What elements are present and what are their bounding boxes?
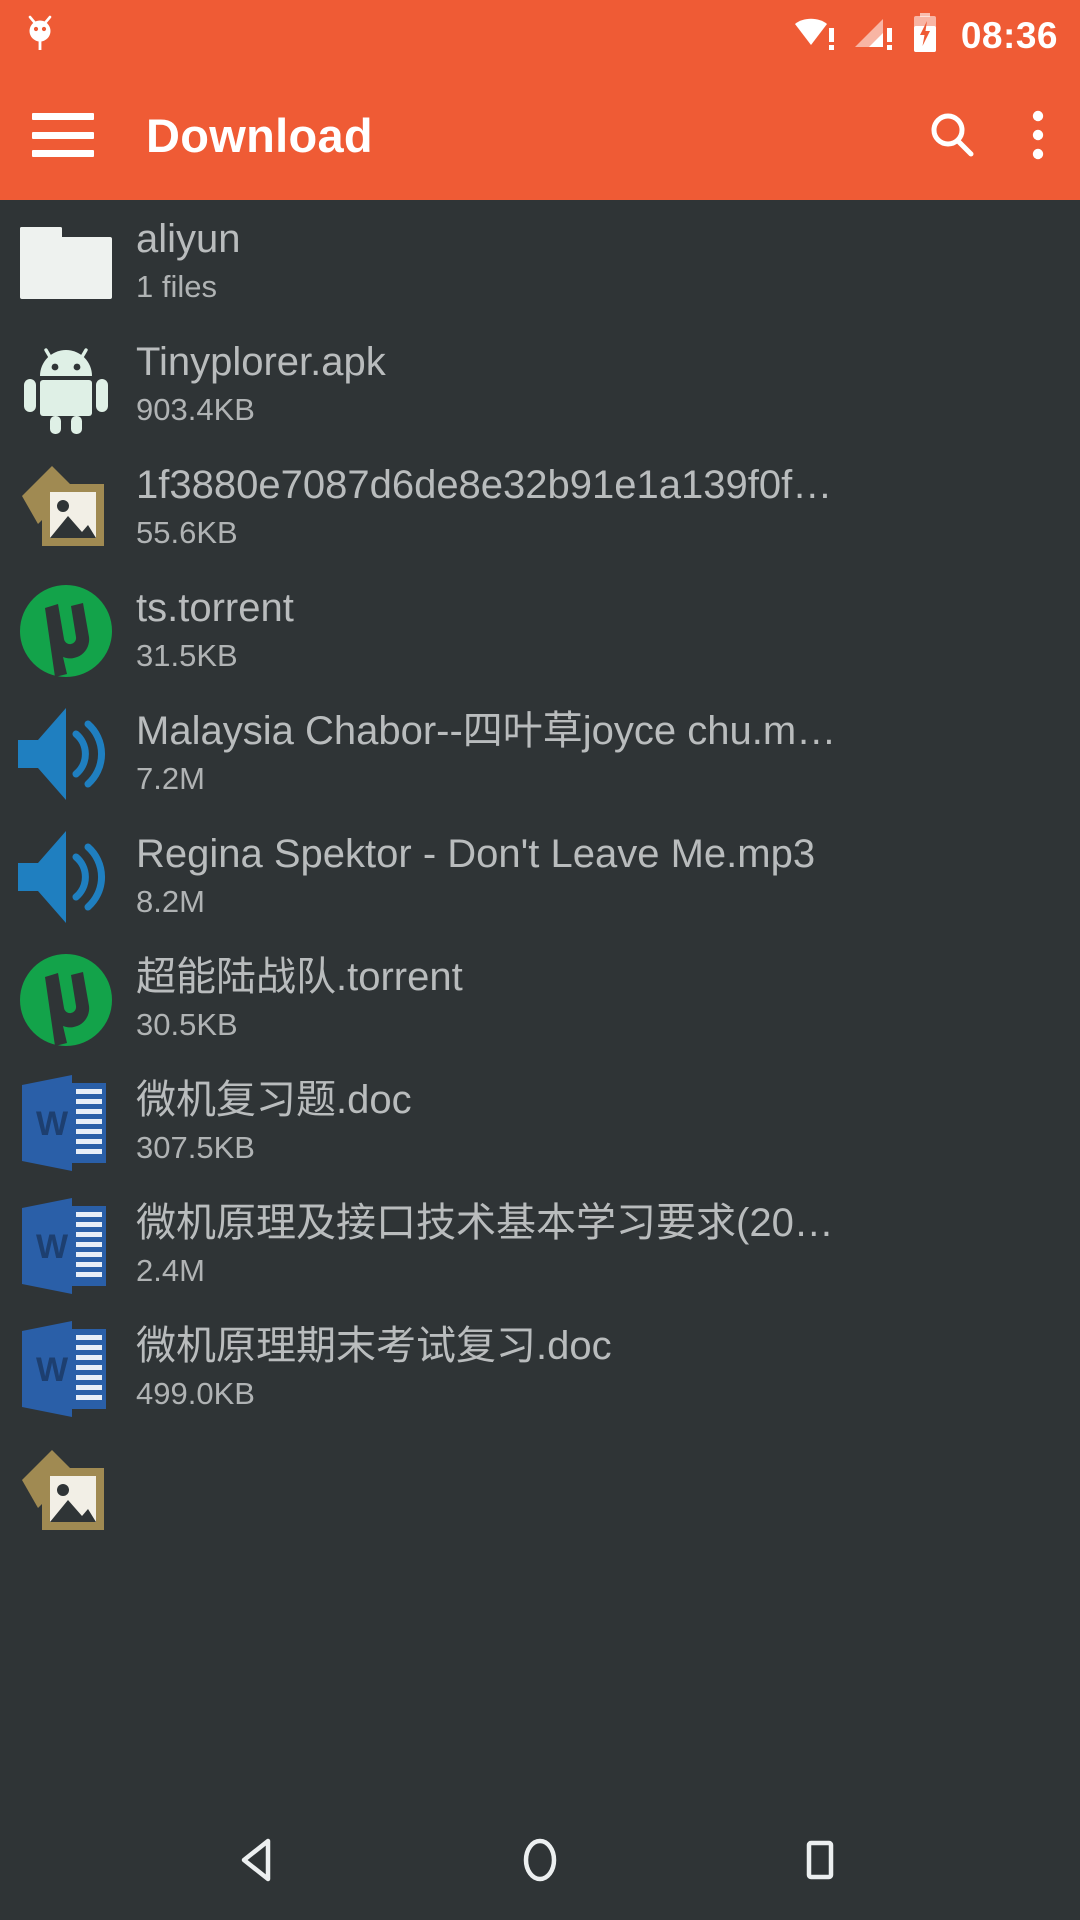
status-bar: 08:36 — [0, 0, 1080, 70]
file-size: 31.5KB — [136, 637, 238, 673]
list-item-text: Tinyplorer.apk 903.4KB — [136, 339, 1080, 430]
file-name: 超能陆战队.torrent — [136, 955, 463, 1000]
list-item-text: Malaysia Chabor--四叶草joyce chu.m… 7.2M — [136, 708, 1080, 799]
file-name — [136, 1446, 1072, 1492]
list-item-text: ts.torrent 31.5KB — [136, 585, 1080, 676]
svg-text:W: W — [36, 1228, 69, 1266]
list-item[interactable]: 1f3880e7087d6de8e32b91e1a139f0f… 55.6KB — [0, 446, 1080, 569]
list-item-text: 1f3880e7087d6de8e32b91e1a139f0f… 55.6KB — [136, 462, 1080, 553]
svg-text:W: W — [36, 1351, 69, 1389]
audio-file-icon — [14, 702, 118, 806]
more-vertical-icon[interactable] — [1028, 107, 1048, 163]
battery-charging-icon — [911, 12, 939, 58]
svg-text:W: W — [36, 1105, 69, 1143]
list-item[interactable]: aliyun 1 files — [0, 200, 1080, 323]
android-apk-icon — [14, 333, 118, 437]
file-size: 7.2M — [136, 760, 205, 796]
list-item[interactable]: W 微机原理期末考试复习.doc 499.0KB — [0, 1307, 1080, 1430]
file-list[interactable]: aliyun 1 files Tinyplorer.apk 903.4KB 1f… — [0, 200, 1080, 1830]
page-title: Download — [146, 108, 373, 162]
list-item[interactable]: Regina Spektor - Don't Leave Me.mp3 8.2M — [0, 815, 1080, 938]
list-item-text: 微机原理及接口技术基本学习要求(20… 2.4M — [136, 1200, 1080, 1291]
list-item[interactable]: W 微机原理及接口技术基本学习要求(20… 2.4M — [0, 1184, 1080, 1307]
toolbar-actions — [924, 107, 1048, 163]
list-item-text: 超能陆战队.torrent 30.5KB — [136, 954, 1080, 1045]
wifi-warning-icon — [793, 15, 839, 56]
file-size: 2.4M — [136, 1252, 205, 1288]
app-toolbar: Download — [0, 70, 1080, 200]
file-size: 8.2M — [136, 883, 205, 919]
list-item[interactable]: Tinyplorer.apk 903.4KB — [0, 323, 1080, 446]
file-size — [136, 1497, 1072, 1537]
torrent-icon — [14, 579, 118, 683]
image-file-icon — [14, 1440, 118, 1544]
file-name: Regina Spektor - Don't Leave Me.mp3 — [136, 832, 816, 877]
file-name: aliyun — [136, 217, 241, 262]
hamburger-menu-icon[interactable] — [32, 113, 94, 157]
file-size: 307.5KB — [136, 1129, 255, 1165]
folder-icon — [14, 210, 118, 314]
cell-signal-warning-icon — [853, 15, 897, 56]
file-size: 55.6KB — [136, 514, 238, 550]
android-navigation-bar — [0, 1800, 1080, 1920]
file-name: 微机原理及接口技术基本学习要求(20… — [136, 1201, 834, 1246]
file-name: 微机原理期末考试复习.doc — [136, 1324, 612, 1369]
home-circle-icon[interactable] — [480, 1800, 600, 1920]
word-document-icon: W — [14, 1071, 118, 1175]
file-name: ts.torrent — [136, 586, 294, 631]
file-size: 903.4KB — [136, 391, 255, 427]
status-bar-right: 08:36 — [793, 12, 1058, 58]
list-item-partial[interactable] — [0, 1430, 1080, 1553]
file-name: 1f3880e7087d6de8e32b91e1a139f0f… — [136, 463, 833, 508]
word-document-icon: W — [14, 1317, 118, 1421]
android-bug-icon — [22, 11, 58, 60]
recents-square-icon[interactable] — [760, 1800, 880, 1920]
image-file-icon — [14, 456, 118, 560]
list-item-text: aliyun 1 files — [136, 216, 1080, 307]
status-bar-clock: 08:36 — [960, 14, 1058, 56]
list-item-text: 微机原理期末考试复习.doc 499.0KB — [136, 1323, 1080, 1414]
file-size: 30.5KB — [136, 1006, 238, 1042]
list-item-text — [136, 1446, 1080, 1537]
file-size: 499.0KB — [136, 1375, 255, 1411]
list-item-text: Regina Spektor - Don't Leave Me.mp3 8.2M — [136, 831, 1080, 922]
file-name: Tinyplorer.apk — [136, 340, 386, 385]
list-item[interactable]: 超能陆战队.torrent 30.5KB — [0, 938, 1080, 1061]
list-item-text: 微机复习题.doc 307.5KB — [136, 1077, 1080, 1168]
search-icon[interactable] — [924, 107, 980, 163]
list-item[interactable]: Malaysia Chabor--四叶草joyce chu.m… 7.2M — [0, 692, 1080, 815]
audio-file-icon — [14, 825, 118, 929]
status-bar-left — [22, 11, 58, 60]
file-size: 1 files — [136, 268, 217, 304]
back-triangle-icon[interactable] — [200, 1800, 320, 1920]
word-document-icon: W — [14, 1194, 118, 1298]
list-item[interactable]: W 微机复习题.doc 307.5KB — [0, 1061, 1080, 1184]
torrent-icon — [14, 948, 118, 1052]
list-item[interactable]: ts.torrent 31.5KB — [0, 569, 1080, 692]
file-name: 微机复习题.doc — [136, 1078, 412, 1123]
file-name: Malaysia Chabor--四叶草joyce chu.m… — [136, 709, 837, 754]
